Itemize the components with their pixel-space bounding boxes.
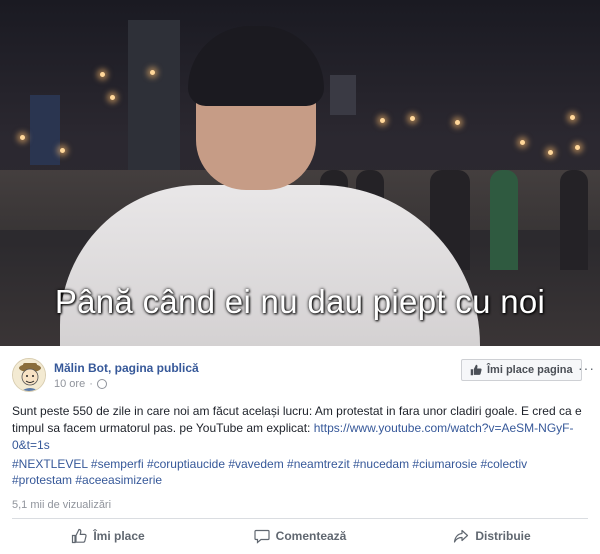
share-icon [454, 529, 469, 543]
comment-label: Comentează [275, 529, 347, 543]
video-light [548, 150, 553, 155]
globe-icon [96, 379, 107, 389]
video-building [30, 95, 60, 165]
video-light [150, 70, 155, 75]
post-text: Sunt peste 550 de zile in care noi am fă… [12, 403, 590, 454]
post-card: Mălin Bot, pagina publică 10 ore · Îmi p… [0, 346, 600, 554]
like-button[interactable]: Îmi place [12, 522, 204, 550]
video-light [410, 116, 415, 121]
cartoon-avatar-icon [13, 359, 45, 391]
page-avatar[interactable] [12, 358, 46, 392]
video-light [455, 120, 460, 125]
video-caption: Până când ei nu dau piept cu noi [54, 283, 546, 320]
like-label: Îmi place [93, 529, 145, 543]
meta-separator: · [89, 378, 93, 390]
video-building [128, 20, 180, 170]
post-meta: 10 ore · [54, 378, 107, 390]
view-count: 5,1 mii de vizualizări [12, 499, 112, 511]
like-page-button[interactable]: Îmi place pagina [461, 359, 582, 381]
video-light [60, 148, 65, 153]
video-light [575, 145, 580, 150]
page-name-link[interactable]: Mălin Bot, pagina publică [54, 361, 199, 375]
video-light [110, 95, 115, 100]
actions-divider [12, 518, 588, 519]
video-bystander [560, 170, 588, 270]
share-button[interactable]: Distribuie [396, 522, 588, 550]
comment-button[interactable]: Comentează [204, 522, 396, 550]
like-page-label: Îmi place pagina [487, 364, 573, 376]
thumbs-up-icon [72, 528, 87, 544]
comment-icon [254, 529, 270, 544]
share-label: Distribuie [475, 529, 531, 543]
post-time[interactable]: 10 ore [54, 378, 85, 390]
video-light [100, 72, 105, 77]
video-player[interactable]: Până când ei nu dau piept cu noi [0, 0, 600, 346]
video-light [520, 140, 525, 145]
post-actions: Îmi place Comentează Distribuie [12, 522, 588, 550]
video-bystander [490, 170, 518, 270]
thumbs-up-icon [470, 364, 482, 376]
more-options-button[interactable]: ··· [578, 360, 595, 376]
video-building [330, 75, 356, 115]
post-hashtags[interactable]: #NEXTLEVEL #semperfi #coruptiaucide #vav… [12, 456, 590, 488]
video-light [20, 135, 25, 140]
video-light [380, 118, 385, 123]
video-speaker-hat [188, 26, 324, 106]
video-light [570, 115, 575, 120]
